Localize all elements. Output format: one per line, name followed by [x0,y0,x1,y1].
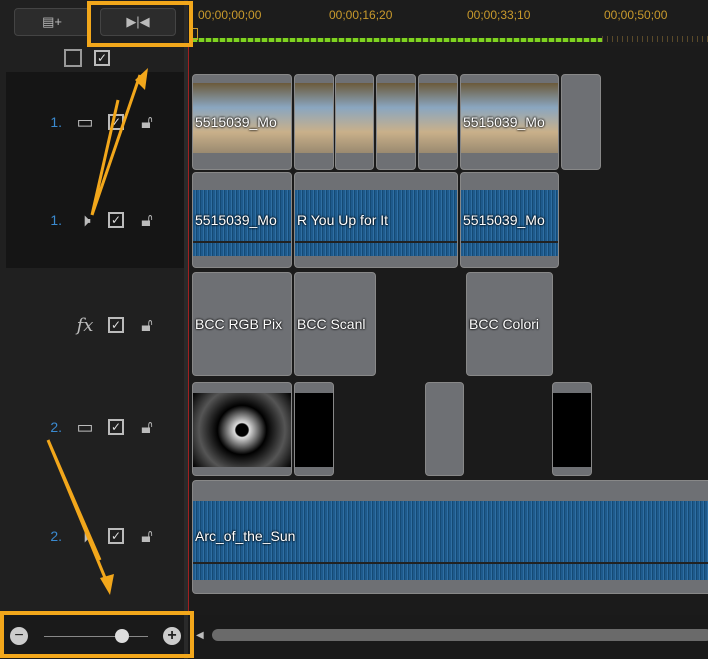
highlight-box-zoom-slider [0,611,194,658]
annotation-arrow-down [46,439,110,586]
arrowhead [100,574,114,595]
highlight-box-fit-button [87,1,193,47]
annotation-overlay [0,1,194,658]
annotation-arrow-up [90,74,142,216]
